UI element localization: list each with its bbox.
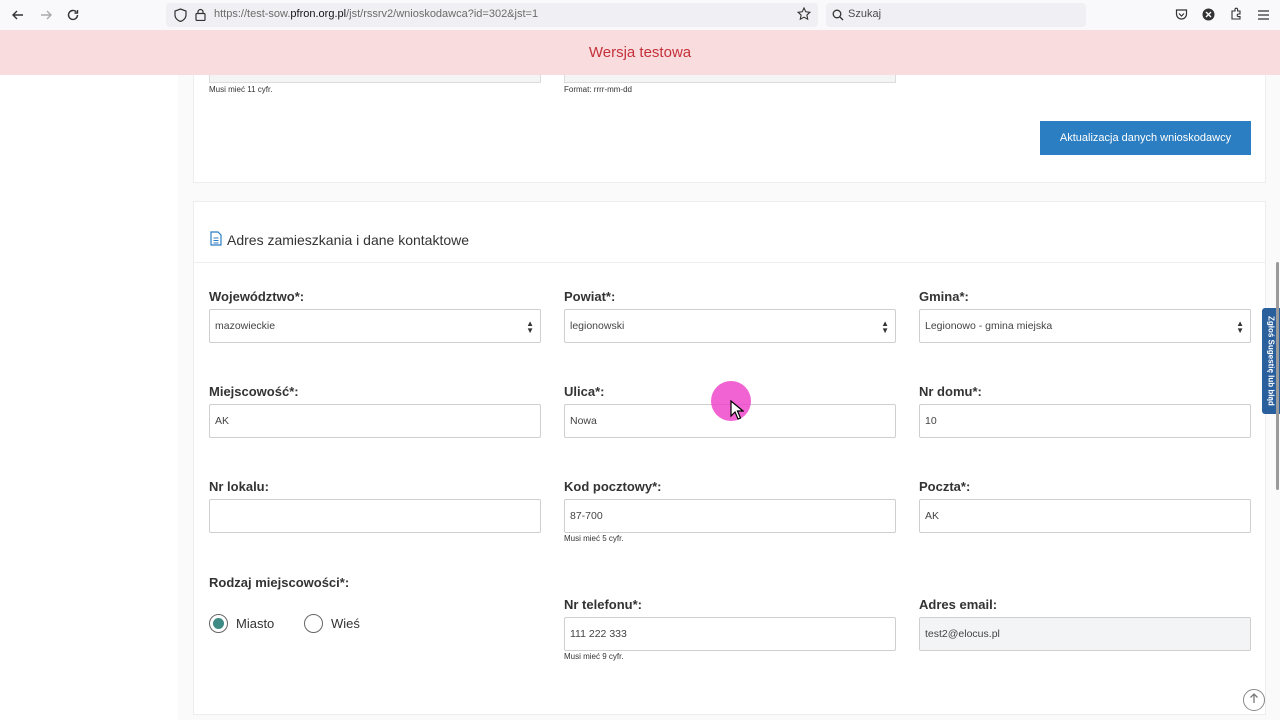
browser-search-box[interactable]: Szukaj xyxy=(826,3,1086,27)
url-bar[interactable]: https://test-sow.pfron.org.pl/jst/rssrv2… xyxy=(166,3,818,27)
street-value: Nowa xyxy=(570,415,597,427)
street-label: Ulica*: xyxy=(564,384,605,399)
locality-input[interactable]: AK xyxy=(209,404,541,438)
section-title: Adres zamieszkania i dane kontaktowe xyxy=(209,231,469,249)
locality-type-label: Rodzaj miejscowości*: xyxy=(209,575,350,590)
birthdate-hint: Format: rrrr-mm-dd xyxy=(564,85,632,94)
test-version-banner: Wersja testowa xyxy=(0,30,1280,75)
select-caret-icon: ▲ ▼ xyxy=(526,319,534,335)
house-number-label: Nr domu*: xyxy=(919,384,982,399)
search-placeholder: Szukaj xyxy=(848,8,882,20)
section-divider xyxy=(194,262,1265,263)
feedback-side-tab-label: Zgłoś Sugestię lub błąd xyxy=(1266,316,1276,406)
scroll-to-top-button[interactable] xyxy=(1243,689,1265,711)
document-icon xyxy=(209,231,223,249)
menu-hamburger-icon[interactable] xyxy=(1257,8,1270,26)
locality-value: AK xyxy=(215,415,230,427)
apartment-input[interactable] xyxy=(209,499,541,533)
extensions-puzzle-icon[interactable] xyxy=(1229,7,1243,26)
back-icon[interactable] xyxy=(8,5,28,25)
search-icon xyxy=(832,8,844,26)
radio-village-label: Wieś xyxy=(331,616,360,631)
county-label: Powiat*: xyxy=(564,289,616,304)
voivodeship-select[interactable]: mazowieckie ▲ ▼ xyxy=(209,309,541,343)
pesel-hint: Musi mieć 11 cyfr. xyxy=(209,85,273,94)
reload-icon[interactable] xyxy=(63,5,83,25)
radio-checked-icon[interactable] xyxy=(209,614,228,633)
forward-icon[interactable] xyxy=(36,5,56,25)
arrow-up-icon xyxy=(1249,691,1259,709)
email-label: Adres email: xyxy=(919,597,998,612)
commune-select[interactable]: Legionowo - gmina miejska ▲ ▼ xyxy=(919,309,1251,343)
phone-hint: Musi mieć 9 cyfr. xyxy=(564,652,624,661)
commune-value: Legionowo - gmina miejska xyxy=(925,320,1053,332)
commune-label: Gmina*: xyxy=(919,289,969,304)
radio-unchecked-icon[interactable] xyxy=(304,614,323,633)
birthdate-input-partial[interactable] xyxy=(564,75,896,83)
shield-icon[interactable] xyxy=(174,8,187,27)
mouse-cursor-icon xyxy=(730,399,745,425)
extension-close-icon[interactable] xyxy=(1202,8,1215,26)
bookmark-star-icon[interactable] xyxy=(796,6,812,26)
voivodeship-value: mazowieckie xyxy=(215,320,276,332)
update-applicant-button[interactable]: Aktualizacja danych wnioskodawcy xyxy=(1040,121,1251,155)
phone-input[interactable]: 111 222 333 xyxy=(564,617,896,651)
postal-code-hint: Musi mieć 5 cyfr. xyxy=(564,534,624,543)
pocket-icon[interactable] xyxy=(1175,8,1188,26)
scrollbar-thumb[interactable] xyxy=(1276,262,1279,490)
phone-value: 111 222 333 xyxy=(570,628,627,640)
locality-label: Miejscowość*: xyxy=(209,384,299,399)
pesel-input-partial[interactable] xyxy=(209,75,541,83)
house-number-input[interactable]: 10 xyxy=(919,404,1251,438)
select-caret-icon: ▲ ▼ xyxy=(881,319,889,335)
phone-label: Nr telefonu*: xyxy=(564,597,642,612)
radio-city-label: Miasto xyxy=(236,616,275,631)
radio-city[interactable]: Miasto xyxy=(209,614,274,633)
lock-icon[interactable] xyxy=(195,8,206,26)
banner-text: Wersja testowa xyxy=(588,44,692,61)
email-value: test2@elocus.pl xyxy=(925,628,1000,640)
apartment-label: Nr lokalu: xyxy=(209,479,269,494)
post-office-label: Poczta*: xyxy=(919,479,971,494)
county-value: legionowski xyxy=(570,320,625,332)
postal-code-input[interactable]: 87-700 xyxy=(564,499,896,533)
voivodeship-label: Województwo*: xyxy=(209,289,305,304)
post-office-input[interactable]: AK xyxy=(919,499,1251,533)
page-left-margin xyxy=(0,75,178,720)
county-select[interactable]: legionowski ▲ ▼ xyxy=(564,309,896,343)
radio-village[interactable]: Wieś xyxy=(304,614,360,633)
browser-toolbar: https://test-sow.pfron.org.pl/jst/rssrv2… xyxy=(0,0,1280,30)
post-office-value: AK xyxy=(925,510,940,522)
select-caret-icon: ▲ ▼ xyxy=(1236,319,1244,335)
section-title-text: Adres zamieszkania i dane kontaktowe xyxy=(227,232,470,248)
url-text: https://test-sow.pfron.org.pl/jst/rssrv2… xyxy=(214,8,539,20)
postal-code-value: 87-700 xyxy=(570,510,603,522)
email-input[interactable]: test2@elocus.pl xyxy=(919,617,1251,651)
postal-code-label: Kod pocztowy*: xyxy=(564,479,662,494)
house-number-value: 10 xyxy=(925,415,937,427)
